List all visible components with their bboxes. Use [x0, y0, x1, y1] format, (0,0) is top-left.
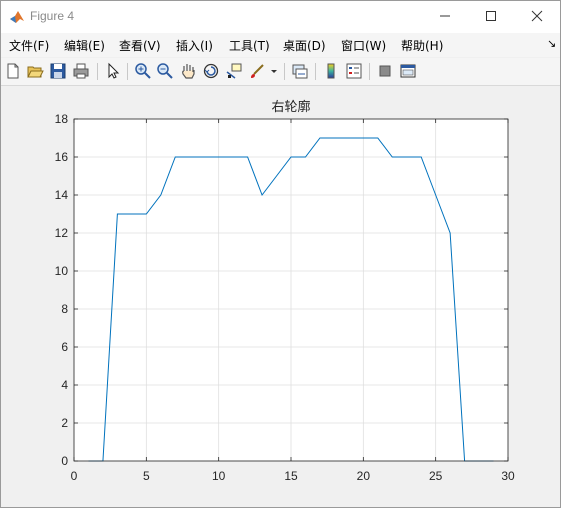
line-chart: 右轮廓 0 5 10 15 20 25 30 0 2 4 6 8 10 12 14 16 18 [55, 99, 515, 483]
y-tick-label: 8 [61, 302, 68, 316]
x-tick-label: 5 [143, 469, 150, 483]
menu-help[interactable]: 帮助(H) [401, 37, 443, 54]
x-tick-label: 10 [212, 469, 226, 483]
pan-hand-icon[interactable] [179, 62, 197, 80]
zoom-in-icon[interactable] [134, 62, 152, 80]
menu-tools[interactable]: 工具(T) [229, 37, 270, 54]
toolbar-separator [284, 63, 285, 80]
minimize-button[interactable] [422, 1, 468, 31]
x-tick-label: 0 [71, 469, 78, 483]
brush-dropdown-icon[interactable] [269, 62, 279, 80]
close-icon [531, 10, 543, 22]
menu-edit[interactable]: 编辑(E) [64, 37, 105, 54]
brush-icon[interactable] [248, 62, 266, 80]
menu-desktop[interactable]: 桌面(D) [283, 37, 326, 54]
chart-title: 右轮廓 [271, 99, 310, 115]
figure-canvas[interactable]: 右轮廓 0 5 10 15 20 25 30 0 2 4 6 8 10 12 14 16 18 [1, 86, 560, 507]
menu-file[interactable]: 文件(F) [9, 37, 49, 54]
close-button[interactable] [514, 1, 560, 31]
minimize-icon [440, 15, 450, 17]
y-tick-label: 18 [55, 112, 69, 126]
y-tick-label: 16 [55, 150, 69, 164]
y-tick-label: 10 [55, 264, 69, 278]
hide-plot-tools-icon[interactable] [376, 62, 394, 80]
x-tick-label: 30 [501, 469, 515, 483]
save-icon[interactable] [49, 62, 67, 80]
x-tick-label: 20 [357, 469, 371, 483]
y-tick-label: 4 [61, 378, 68, 392]
toolbar-separator [127, 63, 128, 80]
link-plot-icon[interactable] [291, 62, 309, 80]
maximize-button[interactable] [468, 1, 514, 31]
x-tick-label: 25 [429, 469, 443, 483]
print-icon[interactable] [72, 62, 90, 80]
y-tick-label: 12 [55, 226, 69, 240]
open-file-icon[interactable] [26, 62, 44, 80]
maximize-icon [486, 11, 496, 21]
figure-toolbar [1, 58, 560, 86]
x-tick-label: 15 [284, 469, 298, 483]
y-tick-label: 6 [61, 340, 68, 354]
menu-expand-icon[interactable]: ↘ [547, 37, 556, 50]
y-tick-label: 2 [61, 416, 68, 430]
menu-window[interactable]: 窗口(W) [341, 37, 386, 54]
menu-insert[interactable]: 插入(I) [176, 37, 213, 54]
pointer-icon[interactable] [104, 62, 122, 80]
figure-window: Figure 4 文件(F) 编辑(E) 查看(V) 插入(I) 工具(T) 桌… [0, 0, 561, 508]
y-tick-label: 0 [61, 454, 68, 468]
show-plot-tools-icon[interactable] [399, 62, 417, 80]
rotate-3d-icon[interactable] [202, 62, 220, 80]
y-tick-label: 14 [55, 188, 69, 202]
menu-view[interactable]: 查看(V) [119, 37, 161, 54]
toolbar-separator [369, 63, 370, 80]
colorbar-icon[interactable] [322, 62, 340, 80]
title-bar[interactable]: Figure 4 [1, 1, 560, 33]
data-cursor-icon[interactable] [225, 62, 243, 80]
new-figure-icon[interactable] [4, 62, 22, 80]
toolbar-separator [315, 63, 316, 80]
menu-bar: 文件(F) 编辑(E) 查看(V) 插入(I) 工具(T) 桌面(D) 窗口(W… [1, 33, 560, 57]
legend-icon[interactable] [345, 62, 363, 80]
toolbar-separator [97, 63, 98, 80]
zoom-out-icon[interactable] [156, 62, 174, 80]
window-title: Figure 4 [30, 9, 75, 23]
matlab-icon [10, 11, 24, 23]
